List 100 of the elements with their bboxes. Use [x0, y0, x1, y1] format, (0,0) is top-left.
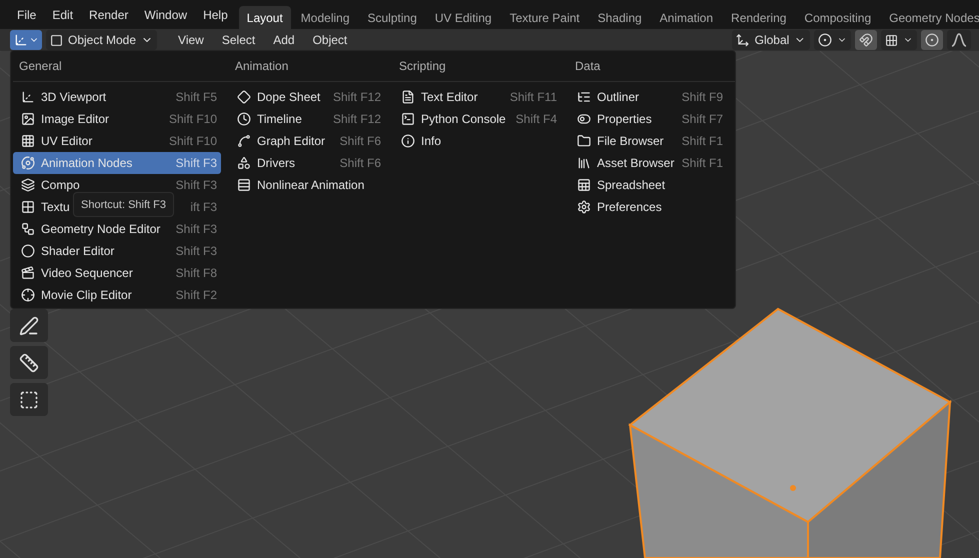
rows-icon	[237, 178, 251, 192]
shortcut-label: Shift F4	[516, 112, 557, 126]
menu-item[interactable]: Geometry Node Editor Shift F3	[13, 218, 221, 240]
shortcut-label: Shift F10	[168, 134, 217, 148]
menu-item[interactable]: Image Editor Shift F10	[13, 108, 221, 130]
clapperboard-icon	[21, 266, 35, 280]
add-cube-tool-button[interactable]	[10, 383, 48, 416]
workspace-tab[interactable]: Sculpting	[360, 6, 425, 29]
column-heading: Scripting	[393, 51, 569, 82]
menu-item[interactable]: Python Console Shift F4	[393, 108, 561, 130]
nodes-icon	[21, 222, 35, 236]
curve-icon	[237, 134, 251, 148]
shortcut-label: Shift F6	[340, 134, 381, 148]
menu-item[interactable]: UV Editor Shift F10	[13, 130, 221, 152]
square-icon	[50, 34, 63, 46]
falloff-dropdown[interactable]	[947, 30, 971, 50]
pivot-icon	[818, 33, 832, 47]
falloff-curve-icon	[951, 33, 967, 47]
image-icon	[21, 112, 35, 126]
workspace-tab[interactable]: Shading	[590, 6, 650, 29]
target-icon	[925, 33, 939, 47]
grid-icon	[885, 34, 898, 46]
shortcut-label: Shift F3	[176, 156, 217, 170]
shortcut-label: Shift F1	[682, 134, 723, 148]
axes-icon	[14, 33, 28, 47]
menu-item[interactable]: Text Editor Shift F11	[393, 86, 561, 108]
orientation-dropdown[interactable]: Global	[732, 30, 810, 50]
menu-item[interactable]: 3D Viewport Shift F5	[13, 86, 221, 108]
shortcut-label: Shift F2	[176, 288, 217, 302]
menu-item[interactable]: Drivers Shift F6	[229, 152, 385, 174]
annotate-tool-button[interactable]	[10, 309, 48, 342]
workspace-tab[interactable]: Texture Paint	[502, 6, 588, 29]
menu-item[interactable]: File	[10, 4, 44, 24]
shortcut-label: ift F3	[190, 200, 217, 214]
menu-item[interactable]: File Browser Shift F1	[569, 130, 727, 152]
menu-item[interactable]: Preferences	[569, 196, 727, 218]
menu-item[interactable]: Render	[82, 4, 136, 24]
snap-toggle[interactable]	[855, 30, 877, 50]
menu-item[interactable]: Info	[393, 130, 561, 152]
folder-icon	[577, 134, 591, 148]
pivot-dropdown[interactable]	[814, 30, 851, 50]
layers-icon	[21, 178, 35, 192]
menu-item[interactable]: Spreadsheet	[569, 174, 727, 196]
shortcut-label: Shift F12	[332, 90, 381, 104]
menu-item[interactable]: Add	[266, 30, 302, 50]
menu-item[interactable]: Select	[214, 30, 262, 50]
measure-tool-button[interactable]	[10, 346, 48, 379]
proportional-toggle[interactable]	[921, 30, 943, 50]
pencil-icon	[19, 316, 39, 336]
shortcut-label: Shift F6	[340, 156, 381, 170]
shortcut-label: Shift F8	[176, 266, 217, 280]
workspace-tab[interactable]: Animation	[652, 6, 722, 29]
magnet-icon	[859, 33, 873, 47]
editor-type-button[interactable]	[10, 30, 42, 50]
menu-item[interactable]: Help	[196, 4, 235, 24]
shortcut-label: Shift F3	[176, 222, 217, 236]
column-heading: General	[13, 51, 229, 82]
shortcut-label: Shift F3	[176, 244, 217, 258]
document-icon	[401, 90, 415, 104]
menu-item[interactable]: Timeline Shift F12	[229, 108, 385, 130]
orbit-icon	[21, 156, 35, 170]
books-icon	[577, 156, 591, 170]
menu-item[interactable]: Animation Nodes Shift F3	[13, 152, 221, 174]
menu-item[interactable]: Outliner Shift F9	[569, 86, 727, 108]
menu-item[interactable]: View	[171, 30, 211, 50]
clock-icon	[237, 112, 251, 126]
shortcut-label: Shift F9	[682, 90, 723, 104]
workspace-tab[interactable]: Layout	[238, 6, 291, 29]
menu-item[interactable]: Edit	[45, 4, 80, 24]
column-heading: Animation	[229, 51, 393, 82]
menu-item[interactable]: Graph Editor Shift F6	[229, 130, 385, 152]
menu-item[interactable]: Window	[137, 4, 194, 24]
grid-icon	[21, 134, 35, 148]
menu-item[interactable]: Object	[306, 30, 354, 50]
shortcut-label: Shift F3	[176, 178, 217, 192]
axes-icon	[21, 90, 35, 104]
workspace-tab[interactable]: UV Editing	[426, 6, 500, 29]
table-icon	[577, 178, 591, 192]
ruler-icon	[19, 352, 39, 372]
settings-icon	[577, 200, 591, 214]
menu-item[interactable]: Asset Browser Shift F1	[569, 152, 727, 174]
workspace-tab[interactable]: Rendering	[723, 6, 794, 29]
menu-item[interactable]: Dope Sheet Shift F12	[229, 86, 385, 108]
menu-item[interactable]: Nonlinear Animation	[229, 174, 385, 196]
snap-element-dropdown[interactable]	[881, 30, 917, 50]
menu-item[interactable]: Shader Editor Shift F3	[13, 240, 221, 262]
toggle-icon	[577, 112, 591, 126]
menu-item[interactable]: Video Sequencer Shift F8	[13, 262, 221, 284]
workspace-tab[interactable]: Compositing	[796, 6, 880, 29]
crosshair-icon	[21, 288, 35, 302]
menu-item[interactable]: Properties Shift F7	[569, 108, 727, 130]
menu-item[interactable]: Movie Clip Editor Shift F2	[13, 284, 221, 306]
tree-list-icon	[577, 90, 591, 104]
shapes-icon	[237, 156, 251, 170]
mode-dropdown[interactable]: Object Mode	[46, 30, 158, 50]
workspace-tab[interactable]: Geometry Nodes	[881, 6, 979, 29]
shortcut-label: Shift F7	[682, 112, 723, 126]
info-icon	[401, 134, 415, 148]
diamond-icon	[237, 90, 251, 104]
workspace-tab[interactable]: Modeling	[292, 6, 358, 29]
